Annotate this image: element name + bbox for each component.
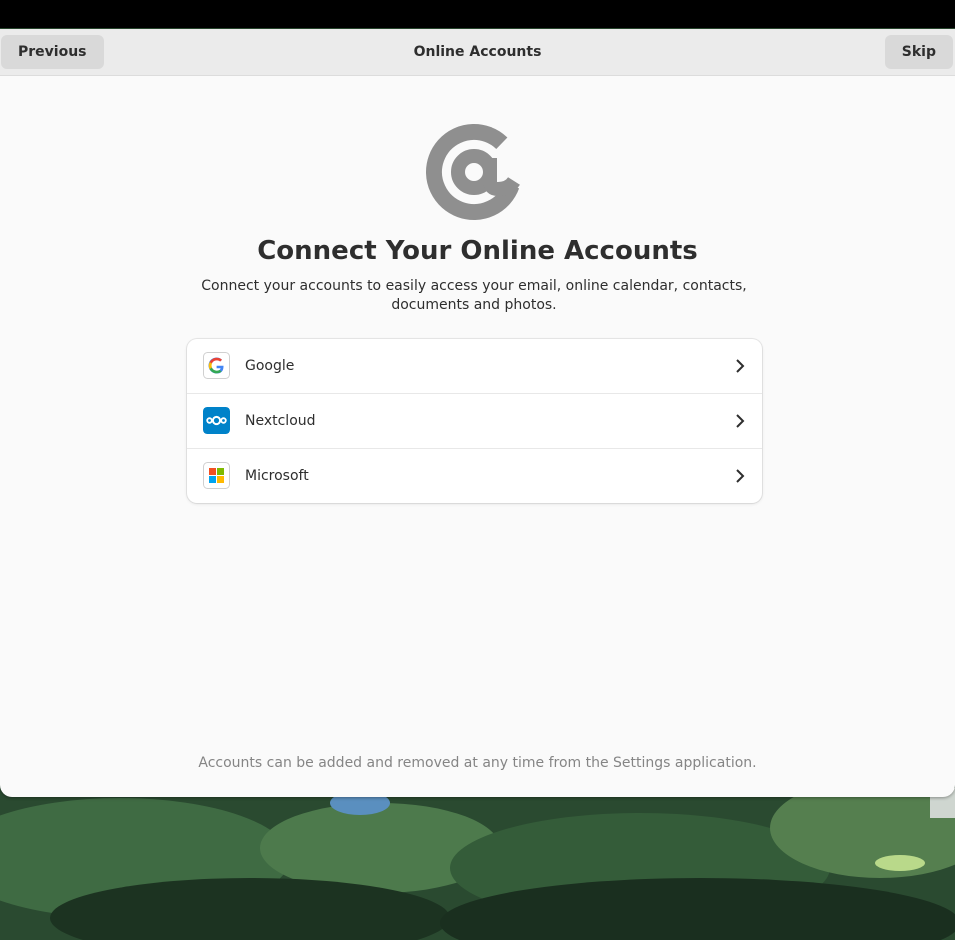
online-accounts-window: Previous Online Accounts Skip Connect Yo… (0, 29, 955, 797)
window-title: Online Accounts (413, 44, 542, 60)
google-logo-icon (203, 352, 230, 379)
provider-label: Microsoft (245, 468, 309, 484)
provider-label: Google (245, 358, 295, 374)
at-sign-icon (426, 124, 522, 220)
provider-list: Google Nextcloud Microsoft (187, 339, 762, 503)
chevron-right-icon (736, 469, 745, 483)
provider-label: Nextcloud (245, 413, 316, 429)
provider-row-google[interactable]: Google (187, 339, 762, 394)
chevron-right-icon (736, 359, 745, 373)
chevron-right-icon (736, 414, 745, 428)
top-bar (0, 0, 955, 28)
page-subtitle: Connect your accounts to easily access y… (201, 278, 747, 313)
footer-note: Accounts can be added and removed at any… (198, 755, 757, 771)
provider-row-microsoft[interactable]: Microsoft (187, 449, 762, 503)
nextcloud-logo-icon (203, 407, 230, 434)
header-bar: Previous Online Accounts Skip (0, 29, 955, 76)
provider-row-nextcloud[interactable]: Nextcloud (187, 394, 762, 449)
skip-button[interactable]: Skip (884, 35, 953, 69)
page-heading: Connect Your Online Accounts (257, 236, 698, 266)
microsoft-logo-icon (203, 462, 230, 489)
